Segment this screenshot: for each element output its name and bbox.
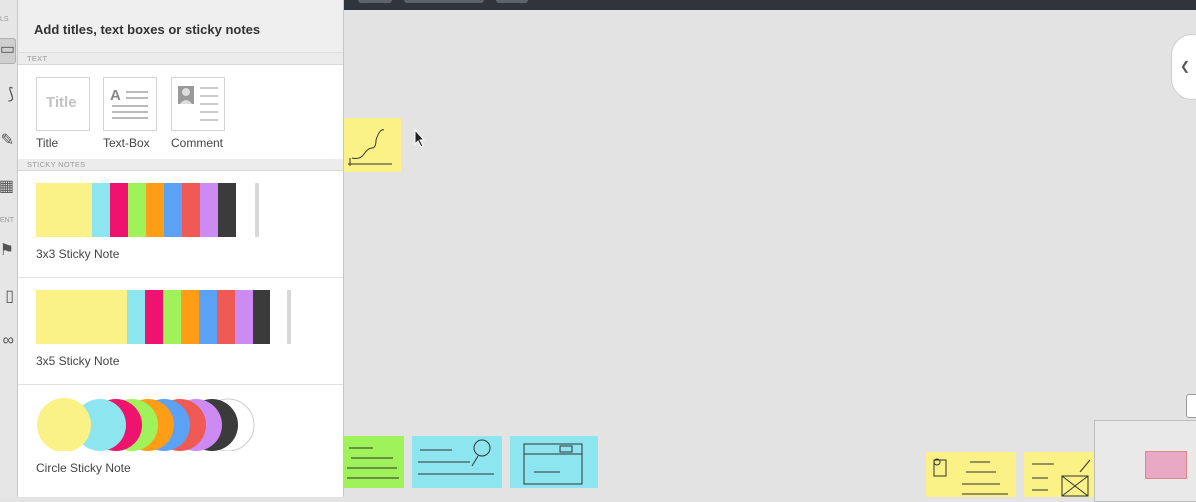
tool-rail: LS ▭ ⟆ ✎ ▦ ENT ⚑ ▯ ∞ [0,0,18,497]
textbox-label: Text-Box [103,136,150,150]
sticky-3x5-color-strip[interactable] [36,290,316,344]
cursor-icon [414,129,426,148]
panel-title: Add titles, text boxes or sticky notes [34,22,261,37]
title-item[interactable]: Title Title [36,77,90,150]
comment-label: Comment [171,136,224,150]
insert-panel: Add titles, text boxes or sticky notes T… [18,0,344,497]
toolbar-tab[interactable] [358,0,392,3]
link-tool-icon[interactable]: ∞ [0,332,14,356]
grid-tool-icon[interactable]: ▦ [0,176,14,200]
title-thumbnail[interactable]: Title [36,77,90,131]
collapse-panel-button[interactable]: ❮ [1171,34,1196,100]
textbox-item[interactable]: A Text-Box [103,77,157,150]
sticky-3x5-label: 3x5 Sticky Note [36,354,120,368]
green-sketch-drawing [347,447,399,479]
chart-sketch-note[interactable] [344,118,401,172]
sticky-3x3-section[interactable]: 3x3 Sticky Note [18,171,343,278]
section-text-header: TEXT [18,53,343,65]
sticky-3x3-label: 3x3 Sticky Note [36,247,120,261]
title-label: Title [36,136,59,150]
textbox-thumbnail[interactable]: A [103,77,157,131]
landing-sketch-drawing [523,443,583,485]
panel-header: Add titles, text boxes or sticky notes [18,0,343,53]
title-preview-text: Title [46,94,77,111]
sticky-circle-section[interactable]: Circle Sticky Note [18,385,343,491]
text-items-row: Title Title A Text-Box Comment [18,65,343,159]
columns-sketch-note[interactable] [926,452,1016,497]
pen-tool-icon[interactable]: ✎ [0,130,14,154]
rail-section-label: ENT [0,217,14,224]
rectangle-tool-icon[interactable]: ▭ [0,38,16,64]
sticky-circle-color-strip[interactable] [36,397,276,451]
toolbar-tab[interactable] [496,0,528,3]
chart-sketch-drawing [348,129,392,166]
rail-section-label: LS [0,16,9,23]
minimap-viewport[interactable] [1145,451,1187,479]
textbox-lines-icon [112,91,148,119]
landing-sketch-note[interactable] [510,436,598,488]
sticky-3x5-section[interactable]: 3x5 Sticky Note [18,278,343,385]
comment-item[interactable]: Comment [171,77,225,150]
toolbar-tab[interactable] [404,0,484,3]
marker-tool-icon[interactable]: ⚑ [0,240,14,264]
brainstorming-sketch-drawing [418,439,494,475]
phone-tool-icon[interactable]: ▯ [0,286,14,310]
brainstorming-sketch-note[interactable] [412,436,502,488]
minimap[interactable] [1094,420,1196,502]
comment-thumbnail[interactable] [171,77,225,131]
green-sketch-note[interactable] [343,436,404,488]
columns-sketch-drawing [933,458,1008,495]
sticky-circle-label: Circle Sticky Note [36,461,131,475]
section-sticky-header: STICKY NOTES [18,159,343,171]
chevron-left-icon: ❮ [1180,59,1191,73]
comment-avatar-icon [178,86,218,121]
edge-handle[interactable] [1186,394,1196,418]
top-toolbar [344,0,1196,10]
connector-tool-icon[interactable]: ⟆ [0,84,14,108]
sticky-3x3-color-strip[interactable] [36,183,276,237]
